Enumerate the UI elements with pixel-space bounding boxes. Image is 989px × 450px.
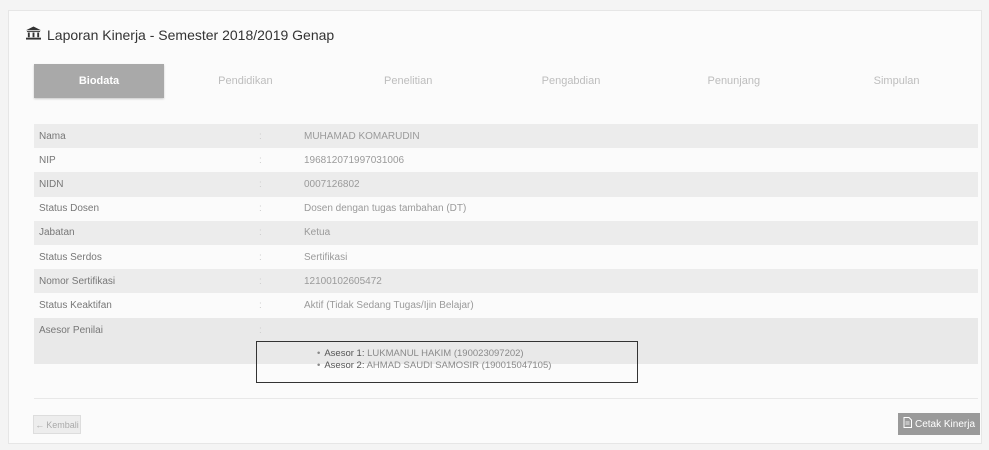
row-label: Nama	[39, 130, 66, 142]
asesor-key: Asesor 2:	[324, 360, 365, 371]
table-row: Status Dosen : Dosen dengan tugas tambah…	[34, 197, 978, 221]
report-tabs: Biodata Pendidikan Penelitian Pengabdian…	[34, 64, 978, 98]
row-value: 0007126802	[304, 178, 360, 190]
asesor-key: Asesor 1:	[324, 348, 365, 359]
bullet: •	[317, 360, 321, 371]
row-label: NIP	[39, 154, 56, 166]
institution-icon	[26, 26, 41, 43]
table-row: Jabatan : Ketua	[34, 220, 978, 245]
asesor-value: AHMAD SAUDI SAMOSIR (190015047105)	[366, 360, 552, 371]
table-row: Status Serdos : Sertifikasi	[34, 245, 978, 269]
tab-pengabdian[interactable]: Pengabdian	[490, 64, 653, 98]
row-value: MUHAMAD KOMARUDIN	[304, 130, 420, 142]
row-separator: :	[259, 203, 262, 215]
row-label: Jabatan	[39, 227, 75, 239]
table-row: Status Keaktifan : Aktif (Tidak Sedang T…	[34, 293, 978, 317]
tab-penelitian[interactable]: Penelitian	[327, 64, 490, 98]
row-separator: :	[259, 130, 262, 142]
biodata-table: Nama : MUHAMAD KOMARUDIN NIP : 196812071…	[34, 124, 978, 364]
print-button-label: Cetak Kinerja	[914, 418, 976, 430]
print-button[interactable]: Cetak Kinerja	[898, 413, 980, 435]
row-value: 196812071997031006	[304, 154, 405, 166]
row-label: Nomor Sertifikasi	[39, 275, 116, 287]
list-item: • Asesor 2: AHMAD SAUDI SAMOSIR (19001504…	[317, 360, 637, 372]
tab-biodata[interactable]: Biodata	[34, 64, 164, 98]
tab-pendidikan[interactable]: Pendidikan	[164, 64, 327, 98]
document-icon	[903, 417, 912, 431]
tab-simpulan[interactable]: Simpulan	[815, 64, 978, 98]
tab-penunjang[interactable]: Penunjang	[652, 64, 815, 98]
row-separator: :	[259, 251, 262, 263]
arrow-left-icon: ←	[35, 419, 45, 430]
back-button[interactable]: ← Kembali	[33, 415, 81, 434]
back-button-label: Kembali	[46, 419, 79, 430]
row-label: Status Dosen	[39, 203, 100, 215]
row-separator: :	[259, 299, 262, 311]
page-title: Laporan Kinerja - Semester 2018/2019 Gen…	[26, 26, 334, 43]
row-separator: :	[259, 227, 262, 239]
row-value: Dosen dengan tugas tambahan (DT)	[304, 203, 467, 215]
row-separator: :	[259, 275, 262, 287]
row-separator: :	[259, 154, 262, 166]
table-row: Nama : MUHAMAD KOMARUDIN	[34, 124, 978, 149]
row-label: Status Serdos	[39, 251, 102, 263]
row-value: Sertifikasi	[304, 251, 348, 263]
row-separator: :	[259, 324, 262, 336]
list-item: • Asesor 1: LUKMANUL HAKIM (190023097202)	[317, 348, 637, 360]
row-label: NIDN	[39, 178, 64, 190]
asesor-value: LUKMANUL HAKIM (190023097202)	[367, 348, 524, 359]
bullet: •	[317, 348, 321, 359]
row-value: 12100102605472	[304, 275, 382, 287]
table-row: NIDN : 0007126802	[34, 172, 978, 197]
table-row: Nomor Sertifikasi : 12100102605472	[34, 269, 978, 294]
page-title-text: Laporan Kinerja - Semester 2018/2019 Gen…	[47, 26, 335, 43]
row-label: Asesor Penilai	[39, 324, 103, 336]
row-separator: :	[259, 178, 262, 190]
row-label: Status Keaktifan	[39, 299, 112, 311]
table-row: NIP : 196812071997031006	[34, 148, 978, 172]
row-value: Ketua	[304, 227, 331, 239]
row-value: Aktif (Tidak Sedang Tugas/Ijin Belajar)	[304, 299, 474, 311]
divider	[34, 398, 978, 399]
asesor-list: • Asesor 1: LUKMANUL HAKIM (190023097202)…	[256, 341, 638, 383]
